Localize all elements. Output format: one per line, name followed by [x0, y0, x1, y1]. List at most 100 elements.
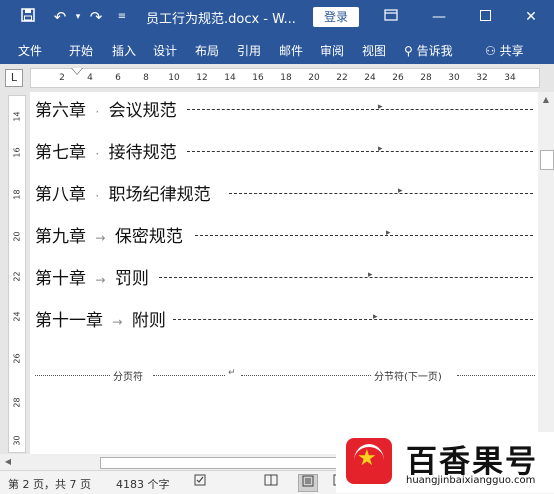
ruler-tick: 22: [12, 271, 22, 282]
ribbon-display-options-icon[interactable]: [380, 6, 402, 28]
tab-leader: [187, 151, 533, 152]
save-icon[interactable]: [18, 7, 38, 27]
page-count[interactable]: 第 2 页，共 7 页: [8, 476, 91, 492]
tab-leader: [229, 193, 533, 194]
ruler-tick: 22: [336, 73, 348, 83]
scroll-thumb[interactable]: [540, 150, 554, 170]
space-mark: ·: [95, 189, 100, 203]
ruler-tick: 2: [59, 73, 65, 83]
chapter-number: 第十一章: [35, 311, 103, 331]
tell-me-search[interactable]: ⚲ 告诉我: [404, 42, 453, 59]
tab-home[interactable]: 开始: [69, 42, 93, 59]
watermark-url: huangjinbaixiangguo.com: [406, 475, 536, 486]
chevron-down-icon[interactable]: ▾: [68, 7, 88, 27]
tab-mark-icon: ▸: [373, 312, 378, 322]
document-page[interactable]: 第六章 · 会议规范 ▸ 第七章 · 接待规范 ▸ 第八章 · 职场纪律规范 ▸…: [30, 92, 538, 454]
word-count[interactable]: 4183 个字: [116, 476, 170, 492]
toc-line[interactable]: 第十章 → 罚则 ▸: [35, 264, 535, 289]
tab-layout[interactable]: 布局: [195, 42, 219, 59]
tab-mark-icon: →: [112, 315, 123, 329]
chapter-title: 附则: [131, 311, 166, 331]
ruler-tick: 16: [12, 147, 22, 158]
vertical-scrollbar[interactable]: ▲: [538, 92, 554, 454]
chapter-title: 接待规范: [108, 143, 177, 163]
login-button[interactable]: 登录: [313, 7, 359, 27]
maximize-icon[interactable]: [474, 6, 496, 28]
tab-review[interactable]: 审阅: [320, 42, 344, 59]
undo-icon[interactable]: ↶: [50, 7, 70, 27]
scroll-left-icon[interactable]: ◀: [0, 454, 16, 470]
ruler-tick: 6: [115, 73, 121, 83]
search-icon: ⚲: [404, 44, 413, 58]
paragraph-mark-icon: ↵: [228, 368, 236, 378]
tab-mark-icon: →: [95, 273, 106, 287]
chapter-number: 第七章: [35, 143, 86, 163]
brand-logo-icon: ★: [346, 438, 392, 484]
ruler-tick: 20: [308, 73, 320, 83]
star-icon: ★: [357, 446, 377, 471]
section-break-line: [457, 375, 535, 376]
tab-selector[interactable]: L: [5, 69, 23, 87]
toc-line[interactable]: 第八章 · 职场纪律规范 ▸: [35, 180, 535, 205]
read-mode-icon[interactable]: [262, 474, 280, 490]
chapter-title: 保密规范: [114, 227, 183, 247]
chapter-title: 罚则: [114, 269, 149, 289]
ruler-area: L 2 4 6 8 10 12 14 16 18 20 22 24 26 28 …: [0, 64, 554, 92]
ruler-tick: 34: [504, 73, 516, 83]
horizontal-ruler[interactable]: 2 4 6 8 10 12 14 16 18 20 22 24 26 28 30…: [30, 68, 540, 88]
tab-leader: [195, 235, 533, 236]
redo-icon[interactable]: ↷: [86, 7, 106, 27]
tab-leader: [173, 319, 533, 320]
page-break-label: 分页符: [113, 372, 143, 383]
section-break-line: [241, 375, 371, 376]
ruler-tick: 4: [87, 73, 93, 83]
close-icon[interactable]: ✕: [520, 6, 542, 28]
chapter-number: 第六章: [35, 101, 86, 121]
ruler-tick: 18: [280, 73, 292, 83]
scroll-thumb[interactable]: [100, 457, 352, 469]
ribbon-tabs: 文件 开始 插入 设计 布局 引用 邮件 审阅 视图 ⚲ 告诉我 ⚇ 共享: [0, 34, 554, 64]
scroll-up-icon[interactable]: ▲: [538, 92, 554, 108]
space-mark: ·: [95, 105, 100, 119]
ruler-tick: 20: [12, 231, 22, 242]
section-break-label: 分节符(下一页): [374, 372, 442, 383]
toc-line[interactable]: 第十一章 → 附则 ▸: [35, 306, 535, 331]
ruler-tick: 14: [224, 73, 236, 83]
tab-view[interactable]: 视图: [362, 42, 386, 59]
customize-qat-icon[interactable]: ≡: [112, 7, 132, 27]
ruler-tick: 18: [12, 189, 22, 200]
page-break-line: [153, 375, 225, 376]
print-layout-icon[interactable]: [298, 474, 318, 492]
ruler-tick: 26: [392, 73, 404, 83]
tab-mark-icon: ▸: [398, 186, 403, 196]
toc-line[interactable]: 第六章 · 会议规范 ▸: [35, 96, 535, 121]
tab-mark-icon: ▸: [368, 270, 373, 280]
share-label: 共享: [499, 44, 524, 58]
vertical-ruler[interactable]: 14 16 18 20 22 24 26 28 30: [8, 95, 26, 453]
ruler-tick: 16: [252, 73, 264, 83]
minimize-icon[interactable]: —: [428, 6, 450, 28]
tab-mailings[interactable]: 邮件: [279, 42, 303, 59]
tab-references[interactable]: 引用: [237, 42, 261, 59]
chapter-number: 第八章: [35, 185, 86, 205]
share-button[interactable]: ⚇ 共享: [485, 42, 524, 59]
ruler-tick: 26: [12, 353, 22, 364]
chapter-title: 职场纪律规范: [108, 185, 211, 205]
window-title: 员工行为规范.docx - W...: [146, 12, 296, 27]
ruler-tick: 8: [143, 73, 149, 83]
tab-mark-icon: ▸: [386, 228, 391, 238]
ruler-tick: 14: [12, 111, 22, 122]
tab-insert[interactable]: 插入: [112, 42, 136, 59]
toc-line[interactable]: 第九章 → 保密规范 ▸: [35, 222, 535, 247]
title-bar: ↶ ▾ ↷ ≡ 员工行为规范.docx - W... 登录 — ✕: [0, 0, 554, 34]
ruler-tick: 12: [196, 73, 208, 83]
proofing-icon[interactable]: [192, 474, 210, 490]
tab-mark-icon: ▸: [378, 144, 383, 154]
chapter-number: 第九章: [35, 227, 86, 247]
ruler-tick: 28: [420, 73, 432, 83]
tab-design[interactable]: 设计: [153, 42, 177, 59]
tell-me-label: 告诉我: [416, 44, 453, 58]
tab-file[interactable]: 文件: [18, 42, 42, 59]
space-mark: ·: [95, 147, 100, 161]
toc-line[interactable]: 第七章 · 接待规范 ▸: [35, 138, 535, 163]
